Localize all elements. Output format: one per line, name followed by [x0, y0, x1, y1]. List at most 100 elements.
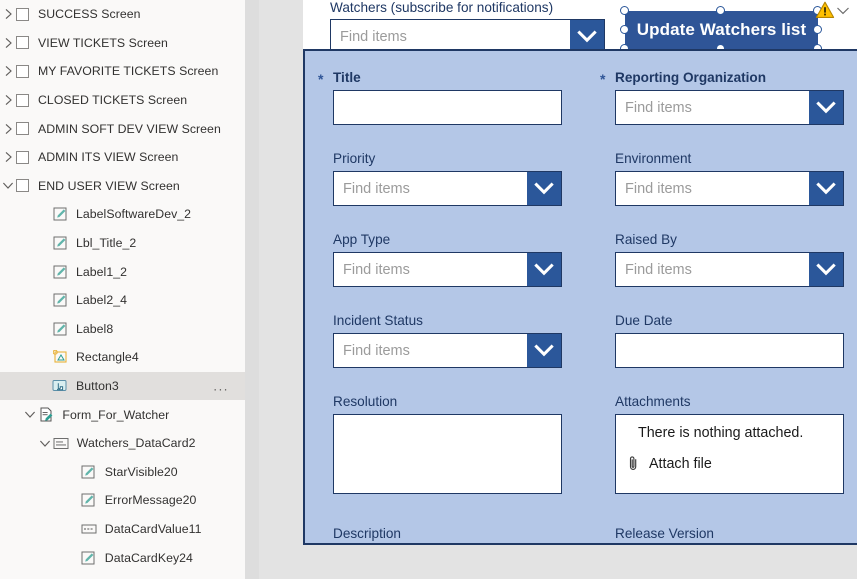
tree-item-form-for-watcher[interactable]: Form_For_Watcher	[0, 400, 245, 429]
form-field-raised_by: Raised By Find items	[615, 231, 844, 287]
tree-item-my-favorite-tickets-screen[interactable]: MY FAVORITE TICKETS Screen	[0, 57, 245, 86]
tree-item-label: LabelSoftwareDev_2	[76, 207, 192, 222]
app-canvas: Watchers (subscribe for notifications) F…	[303, 0, 857, 579]
tree-item-button3[interactable]: Button3...	[0, 371, 245, 401]
label-icon	[52, 293, 68, 308]
chevron-down-icon[interactable]	[809, 172, 843, 205]
form-combobox-app_type[interactable]: Find items	[333, 252, 562, 287]
tree-item-label8[interactable]: Label8	[0, 315, 245, 344]
chevron-down-icon[interactable]	[527, 172, 561, 205]
tree-item-starvisible20[interactable]: StarVisible20	[0, 458, 245, 487]
attach-file-button[interactable]: Attach file	[628, 455, 843, 472]
form-combobox-environment[interactable]: Find items	[615, 171, 844, 206]
tree-item-label: DataCardValue11	[104, 521, 202, 536]
form-field-title: * Title	[318, 69, 562, 125]
tree-item-labelsoftwaredev-2[interactable]: LabelSoftwareDev_2	[0, 200, 245, 229]
chevron-down-icon[interactable]	[809, 91, 843, 124]
required-marker-reporting_org: *	[600, 71, 606, 87]
tree-expand-chevron-14[interactable]	[22, 410, 38, 419]
chevron-down-icon[interactable]	[527, 334, 561, 367]
tree-checkbox-4[interactable]	[16, 122, 29, 136]
tree-item-success-screen[interactable]: SUCCESS Screen	[0, 0, 245, 29]
label-icon	[81, 464, 97, 479]
form-label-text-reporting_org: Reporting Organization	[615, 70, 767, 85]
form-label-reporting_org: * Reporting Organization	[600, 69, 844, 87]
tree-item-admin-its-view-screen[interactable]: ADMIN ITS VIEW Screen	[0, 143, 245, 172]
chevron-down-icon[interactable]	[527, 253, 561, 286]
tree-scrollbar-track[interactable]	[235, 0, 243, 579]
form-for-watcher-panel: * Title * Reporting Organization Find items P…	[303, 49, 857, 545]
form-label-incident_status: Incident Status	[333, 312, 562, 329]
tree-expand-chevron-1[interactable]	[0, 37, 16, 49]
form-label-resolution: Resolution	[333, 393, 562, 410]
form-field-incident_status: Incident Status Find items	[333, 312, 562, 368]
form-combobox-incident_status[interactable]: Find items	[333, 333, 562, 368]
form-input-due_date[interactable]	[615, 333, 844, 368]
tree-item-view-tickets-screen[interactable]: VIEW TICKETS Screen	[0, 29, 245, 58]
resize-handle-n[interactable]	[716, 5, 725, 15]
resize-handle-nw[interactable]	[619, 5, 629, 15]
tree-item-closed-tickets-screen[interactable]: CLOSED TICKETS Screen	[0, 86, 245, 115]
tree-item-end-user-view-screen[interactable]: END USER VIEW Screen	[0, 172, 245, 201]
form-textarea-resolution[interactable]	[333, 414, 562, 494]
watchers-field-group: Watchers (subscribe for notifications) F…	[330, 0, 605, 54]
tree-expand-chevron-2[interactable]	[0, 65, 16, 77]
tree-item-datacardvalue11[interactable]: DataCardValue11	[0, 515, 245, 544]
form-label-text-title: Title	[333, 70, 361, 85]
tree-checkbox-6[interactable]	[16, 179, 29, 193]
tree-item-lbl-title-2[interactable]: Lbl_Title_2	[0, 229, 245, 258]
tree-checkbox-5[interactable]	[16, 150, 29, 164]
tree-checkbox-3[interactable]	[16, 93, 29, 107]
tree-checkbox-1[interactable]	[16, 36, 29, 50]
paperclip-icon	[628, 455, 642, 472]
tree-item-label: Rectangle4	[76, 350, 139, 365]
warning-chevron-down-icon[interactable]	[836, 3, 850, 21]
tree-expand-chevron-6[interactable]	[0, 181, 16, 190]
chevron-down-icon[interactable]	[809, 253, 843, 286]
tree-item-label: ADMIN SOFT DEV VIEW Screen	[38, 121, 221, 136]
tree-expand-chevron-15[interactable]	[37, 439, 53, 448]
form-label-text-app_type: App Type	[333, 232, 391, 247]
tree-checkbox-2[interactable]	[16, 64, 29, 78]
form-placeholder-priority: Find items	[343, 180, 410, 197]
form-label-environment: Environment	[615, 150, 844, 167]
tree-item-label: Label8	[76, 321, 114, 336]
form-label-raised_by: Raised By	[615, 231, 844, 248]
tree-expand-chevron-0[interactable]	[0, 8, 16, 20]
form-input-title[interactable]	[333, 90, 562, 125]
form-field-description: Description	[333, 525, 562, 543]
tree-item-admin-soft-dev-view-screen[interactable]: ADMIN SOFT DEV VIEW Screen	[0, 114, 245, 143]
tree-item-label: ADMIN ITS VIEW Screen	[38, 150, 179, 165]
resize-handle-e[interactable]	[812, 24, 822, 34]
resize-handle-w[interactable]	[619, 24, 629, 34]
attachments-empty-text: There is nothing attached.	[638, 425, 804, 441]
tree-item-overflow-menu[interactable]: ...	[213, 379, 229, 394]
tree-item-errormessage20[interactable]: ErrorMessage20	[0, 486, 245, 515]
form-combobox-priority[interactable]: Find items	[333, 171, 562, 206]
tree-item-label: StarVisible20	[104, 464, 178, 479]
tree-item-label1-2[interactable]: Label1_2	[0, 257, 245, 286]
tree-item-label: ErrorMessage20	[104, 493, 197, 508]
tree-expand-chevron-4[interactable]	[0, 123, 16, 135]
tree-item-label2-4[interactable]: Label2_4	[0, 286, 245, 315]
tree-item-rectangle4[interactable]: Rectangle4	[0, 343, 245, 372]
tree-item-watchers-datacard2[interactable]: Watchers_DataCard2	[0, 429, 245, 458]
tree-item-label: END USER VIEW Screen	[38, 178, 180, 193]
tree-expand-chevron-5[interactable]	[0, 151, 16, 163]
label-icon	[52, 207, 68, 222]
tree-item-label: Button3	[76, 379, 119, 394]
tree-checkbox-0[interactable]	[16, 7, 29, 21]
canvas-gutter-inner	[245, 0, 259, 579]
datacard-icon	[53, 436, 69, 451]
form-combobox-raised_by[interactable]: Find items	[615, 252, 844, 287]
form-attachments-attachments[interactable]: There is nothing attached. Attach file	[615, 414, 844, 494]
form-field-attachments: Attachments There is nothing attached. Att…	[615, 393, 844, 494]
warning-icon[interactable]	[815, 0, 835, 20]
label-icon	[52, 236, 68, 251]
button-icon	[52, 379, 68, 394]
tree-item-datacardkey24[interactable]: DataCardKey24	[0, 543, 245, 572]
watchers-placeholder: Find items	[340, 28, 407, 45]
form-placeholder-reporting_org: Find items	[625, 99, 692, 116]
tree-expand-chevron-3[interactable]	[0, 94, 16, 106]
form-combobox-reporting_org[interactable]: Find items	[615, 90, 844, 125]
